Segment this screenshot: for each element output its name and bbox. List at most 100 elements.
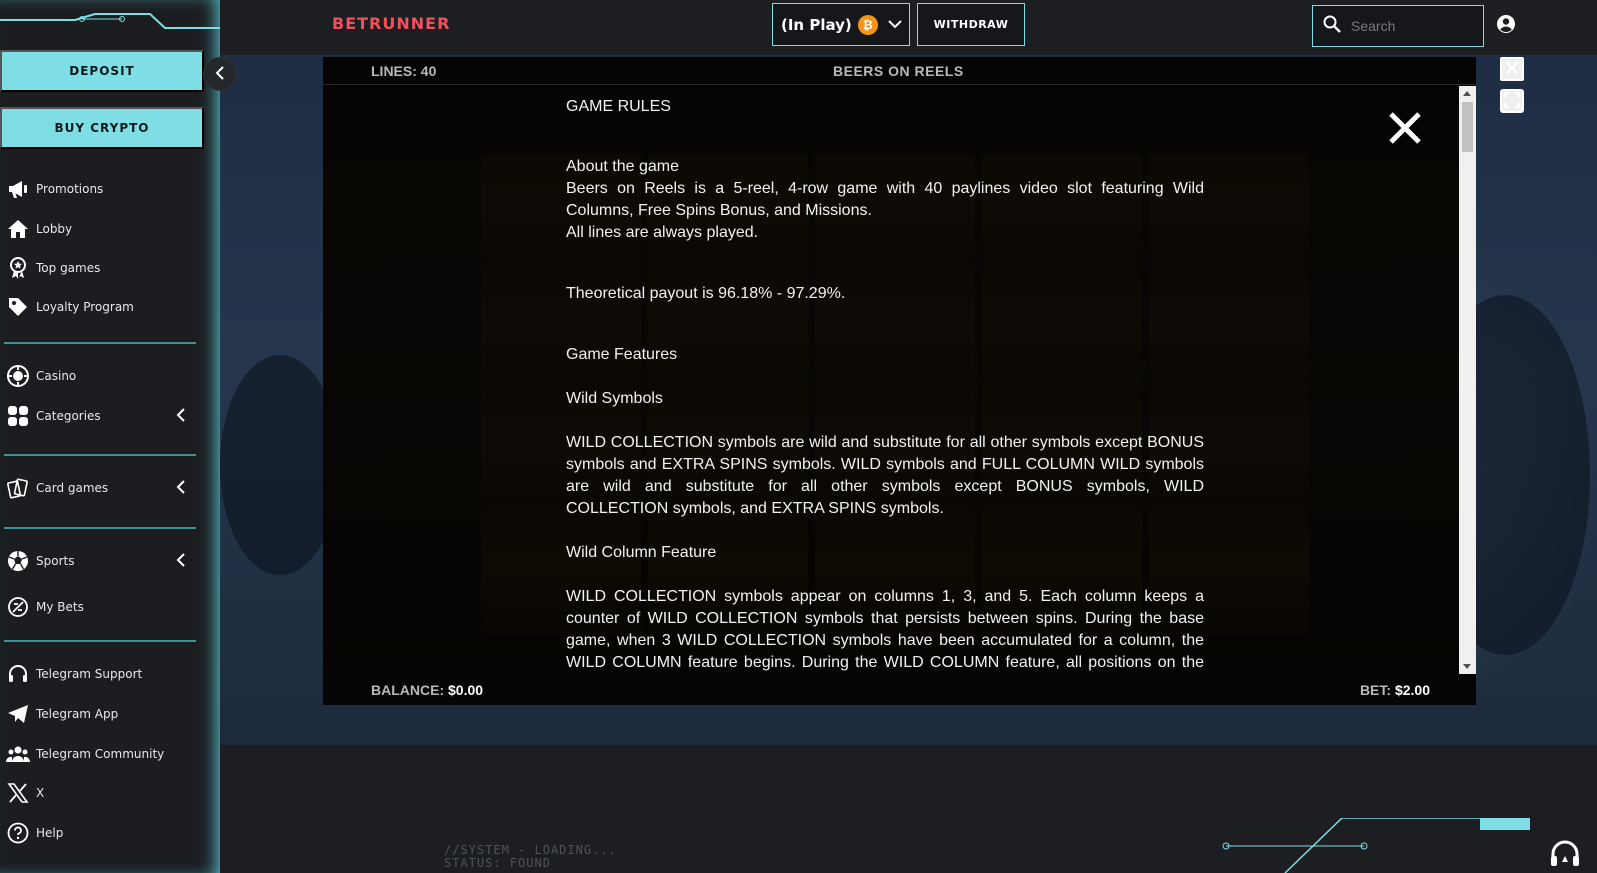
sidebar: DEPOSIT BUY CRYPTO Promotions Lobby Top … (0, 0, 220, 873)
brand-logo[interactable]: BETRUNNER (332, 14, 450, 33)
sidebar-item-label: Sports (36, 554, 75, 568)
sidebar-item-label: Telegram Support (36, 667, 143, 681)
sidebar-item-telegram-app[interactable]: Telegram App (0, 696, 200, 732)
chevron-left-icon (176, 553, 186, 572)
game-rules-panel[interactable]: GAME RULES About the game Beers on Reels… (566, 96, 1204, 674)
sidebar-item-card-games[interactable]: Card games (0, 470, 200, 506)
rules-close-icon[interactable] (1388, 111, 1422, 150)
megaphone-icon (5, 176, 31, 202)
sidebar-item-label: My Bets (36, 600, 84, 614)
game-footer: BALANCE: $0.00 BET: $2.00 (323, 674, 1476, 705)
sidebar-item-label: X (36, 786, 45, 800)
star-badge-icon (5, 255, 31, 281)
sidebar-item-lobby[interactable]: Lobby (0, 211, 200, 247)
x-logo-icon (5, 780, 31, 806)
sidebar-item-label: Telegram App (36, 707, 119, 721)
game-canvas[interactable]: GAME RULES About the game Beers on Reels… (323, 86, 1476, 674)
paper-plane-icon (5, 701, 31, 727)
sidebar-item-label: Help (36, 826, 64, 840)
withdraw-button[interactable]: WITHDRAW (917, 3, 1025, 46)
fullscreen-icon (1504, 91, 1520, 111)
tag-icon (5, 294, 31, 320)
close-icon (1504, 60, 1520, 79)
sidebar-item-label: Categories (36, 409, 101, 423)
fullscreen-button[interactable] (1500, 89, 1524, 113)
user-account-icon[interactable] (1496, 14, 1516, 39)
bet-display: BET: $2.00 (1360, 682, 1430, 698)
bottom-decoration (1222, 818, 1530, 873)
sidebar-divider (4, 342, 196, 344)
rules-features-heading: Game Features (566, 346, 678, 363)
sidebar-item-label: Lobby (36, 222, 73, 236)
sidebar-item-promotions[interactable]: Promotions (0, 171, 200, 207)
sidebar-item-loyalty-program[interactable]: Loyalty Program (0, 289, 200, 325)
sidebar-item-telegram-community[interactable]: Telegram Community (0, 736, 200, 772)
sidebar-item-label: Telegram Community (36, 747, 165, 761)
sidebar-item-top-games[interactable]: Top games (0, 250, 200, 286)
chevron-left-icon (176, 408, 186, 427)
bet-value: $2.00 (1394, 682, 1430, 698)
chevron-left-icon (215, 65, 225, 83)
balance-label: BALANCE: (371, 682, 445, 698)
sidebar-item-label: Casino (36, 369, 77, 383)
cards-icon (5, 475, 31, 501)
system-line-2: STATUS: FOUND (444, 856, 551, 870)
live-support-headset-icon[interactable] (1548, 838, 1582, 873)
home-icon (5, 216, 31, 242)
chevron-left-icon (176, 480, 186, 499)
system-status-text: //SYSTEM - LOADING... STATUS: FOUND (444, 844, 617, 870)
sidebar-item-casino[interactable]: Casino (0, 358, 200, 394)
sidebar-divider (4, 640, 196, 642)
bet-label: BET: (1359, 682, 1392, 698)
grid-icon (5, 403, 31, 429)
help-icon (5, 820, 31, 846)
game-title: BEERS ON REELS (833, 63, 964, 79)
search-icon (1323, 15, 1341, 38)
bets-icon (5, 594, 31, 620)
rules-about-text-2: All lines are always played. (566, 224, 759, 241)
lines-indicator: LINES: 40 (371, 63, 437, 79)
search-input[interactable] (1351, 18, 1471, 34)
rules-about-heading: About the game (566, 158, 679, 175)
search-box[interactable] (1312, 5, 1484, 47)
balance-value: $0.00 (448, 682, 484, 698)
wallet-label: (In Play) (781, 15, 852, 34)
rules-scrollbar[interactable] (1459, 86, 1476, 674)
scroll-down-arrow-icon[interactable] (1463, 664, 1471, 669)
buy-crypto-button[interactable]: BUY CRYPTO (0, 107, 204, 149)
headset-icon (5, 661, 31, 687)
bitcoin-icon: ₿ (857, 14, 878, 35)
chevron-down-icon (888, 16, 902, 34)
game-frame: LINES: 40 BEERS ON REELS GAME RULES Abou… (323, 57, 1476, 705)
rules-wild-heading: Wild Symbols (566, 390, 663, 407)
sidebar-divider (4, 454, 196, 456)
scrollbar-thumb[interactable] (1462, 102, 1473, 152)
sidebar-item-my-bets[interactable]: My Bets (0, 589, 200, 625)
sidebar-decoration (0, 13, 220, 29)
rules-payout: Theoretical payout is 96.18% - 97.29%. (566, 285, 846, 302)
top-bar: BETRUNNER (In Play) ₿ WITHDRAW (220, 0, 1597, 55)
sidebar-item-help[interactable]: Help (0, 815, 200, 851)
rules-column-heading: Wild Column Feature (566, 544, 717, 561)
sidebar-item-label: Top games (36, 261, 101, 275)
sidebar-item-label: Promotions (36, 182, 104, 196)
app-root: DEPOSIT BUY CRYPTO Promotions Lobby Top … (0, 0, 1597, 873)
sidebar-divider (4, 527, 196, 529)
sidebar-item-categories[interactable]: Categories (0, 398, 200, 434)
sidebar-item-label: Loyalty Program (36, 300, 134, 314)
rules-column-text: WILD COLLECTION symbols appear on column… (566, 588, 1204, 671)
background-silhouette (220, 355, 340, 575)
close-game-button[interactable] (1500, 57, 1524, 81)
sidebar-collapse-button[interactable] (203, 57, 237, 91)
sidebar-item-sports[interactable]: Sports (0, 543, 200, 579)
sidebar-item-x[interactable]: X (0, 775, 200, 811)
soccer-ball-icon (5, 548, 31, 574)
sidebar-item-telegram-support[interactable]: Telegram Support (0, 656, 200, 692)
wallet-selector[interactable]: (In Play) ₿ (772, 3, 910, 46)
casino-chip-icon (5, 363, 31, 389)
rules-about-text: Beers on Reels is a 5-reel, 4-row game w… (566, 180, 1204, 219)
scroll-up-arrow-icon[interactable] (1463, 91, 1471, 96)
deposit-button[interactable]: DEPOSIT (0, 50, 204, 92)
rules-heading: GAME RULES (566, 98, 671, 115)
community-icon (5, 741, 31, 767)
